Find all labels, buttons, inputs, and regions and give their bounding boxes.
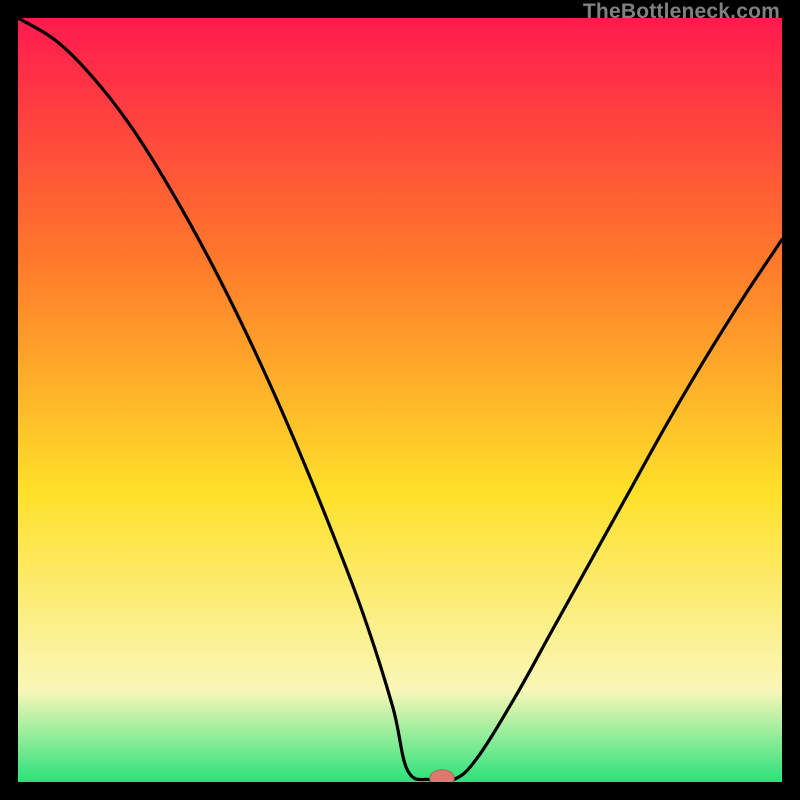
chart-svg xyxy=(18,18,782,782)
watermark-text: TheBottleneck.com xyxy=(583,0,780,24)
trough-marker xyxy=(430,770,454,782)
plot-area xyxy=(18,18,782,782)
chart-frame: TheBottleneck.com xyxy=(0,0,800,800)
gradient-background xyxy=(18,18,782,782)
